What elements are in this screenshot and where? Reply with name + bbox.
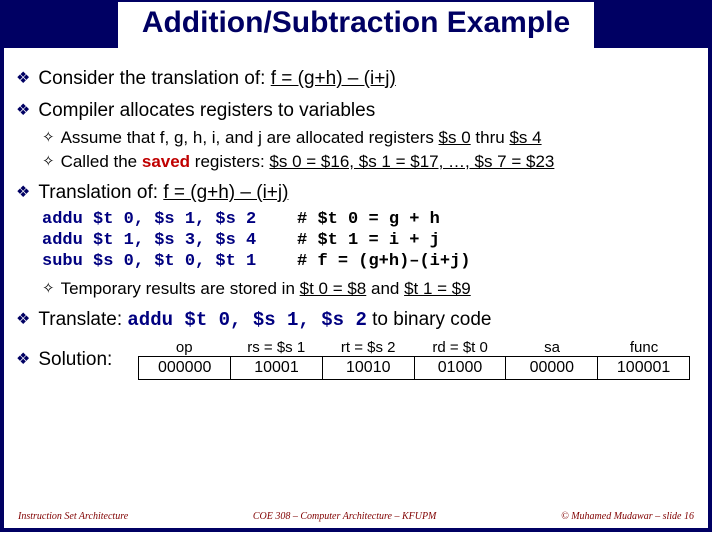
- bullet-text: Translate: addu $t 0, $s 1, $s 2 to bina…: [38, 309, 491, 331]
- solution-row: ❖ Solution: op rs = $s 1 rt = $s 2 rd = …: [16, 339, 690, 380]
- subbullet-text: Called the saved registers: $s 0 = $16, …: [61, 152, 555, 172]
- cell-op: 000000: [139, 357, 231, 379]
- footer: Instruction Set Architecture COE 308 – C…: [18, 511, 694, 522]
- hdr-func: func: [598, 339, 690, 356]
- hdr-rt: rt = $s 2: [322, 339, 414, 356]
- bullet-text: Translation of: f = (g+h) – (i+j): [38, 182, 288, 204]
- subbullet-saved: ✧ Called the saved registers: $s 0 = $16…: [42, 152, 690, 172]
- subbullet-temp: ✧ Temporary results are stored in $t 0 =…: [42, 279, 690, 299]
- encoding-table: op rs = $s 1 rt = $s 2 rd = $t 0 sa func…: [138, 339, 690, 380]
- bullet-solution: ❖ Solution:: [16, 349, 112, 371]
- bullet-translation: ❖ Translation of: f = (g+h) – (i+j): [16, 182, 690, 204]
- subbullet-text: Temporary results are stored in $t 0 = $…: [61, 279, 471, 299]
- bullet-icon: ❖: [16, 309, 30, 329]
- cell-rs: 10001: [231, 357, 323, 379]
- slide-content: ❖ Consider the translation of: f = (g+h)…: [4, 48, 708, 380]
- code-line-3: subu $s 0, $t 0, $t 1 # f = (g+h)–(i+j): [42, 252, 690, 271]
- footer-right: © Muhamed Mudawar – slide 16: [561, 511, 694, 522]
- code-line-1: addu $t 0, $s 1, $s 2 # $t 0 = g + h: [42, 210, 690, 229]
- cell-rt: 10010: [323, 357, 415, 379]
- hdr-sa: sa: [506, 339, 598, 356]
- bullet-text: Compiler allocates registers to variable…: [38, 100, 375, 122]
- bullet-icon: ❖: [16, 68, 30, 88]
- bullet-translate: ❖ Translate: addu $t 0, $s 1, $s 2 to bi…: [16, 309, 690, 331]
- bullet-compiler: ❖ Compiler allocates registers to variab…: [16, 100, 690, 122]
- table-header: op rs = $s 1 rt = $s 2 rd = $t 0 sa func: [138, 339, 690, 356]
- footer-center: COE 308 – Computer Architecture – KFUPM: [253, 511, 437, 522]
- slide-title: Addition/Subtraction Example: [118, 2, 594, 48]
- code-line-2: addu $t 1, $s 3, $s 4 # $t 1 = i + j: [42, 231, 690, 250]
- hdr-rs: rs = $s 1: [230, 339, 322, 356]
- title-band: Addition/Subtraction Example: [4, 4, 708, 48]
- bullet-text: Solution:: [38, 349, 112, 371]
- bullet-icon: ❖: [16, 349, 30, 369]
- bullet-consider: ❖ Consider the translation of: f = (g+h)…: [16, 68, 690, 90]
- table-row: 000000 10001 10010 01000 00000 100001: [138, 356, 690, 380]
- bullet-text: Consider the translation of: f = (g+h) –…: [38, 68, 396, 90]
- bullet-icon: ❖: [16, 182, 30, 202]
- subbullet-icon: ✧: [42, 128, 55, 146]
- cell-rd: 01000: [415, 357, 507, 379]
- slide-frame: Addition/Subtraction Example ❖ Consider …: [0, 0, 712, 532]
- hdr-op: op: [138, 339, 230, 356]
- footer-left: Instruction Set Architecture: [18, 511, 128, 522]
- bullet-icon: ❖: [16, 100, 30, 120]
- subbullet-text: Assume that f, g, h, i, and j are alloca…: [61, 128, 542, 148]
- subbullet-assume: ✧ Assume that f, g, h, i, and j are allo…: [42, 128, 690, 148]
- hdr-rd: rd = $t 0: [414, 339, 506, 356]
- subbullet-icon: ✧: [42, 279, 55, 297]
- subbullet-icon: ✧: [42, 152, 55, 170]
- cell-sa: 00000: [506, 357, 598, 379]
- cell-func: 100001: [598, 357, 689, 379]
